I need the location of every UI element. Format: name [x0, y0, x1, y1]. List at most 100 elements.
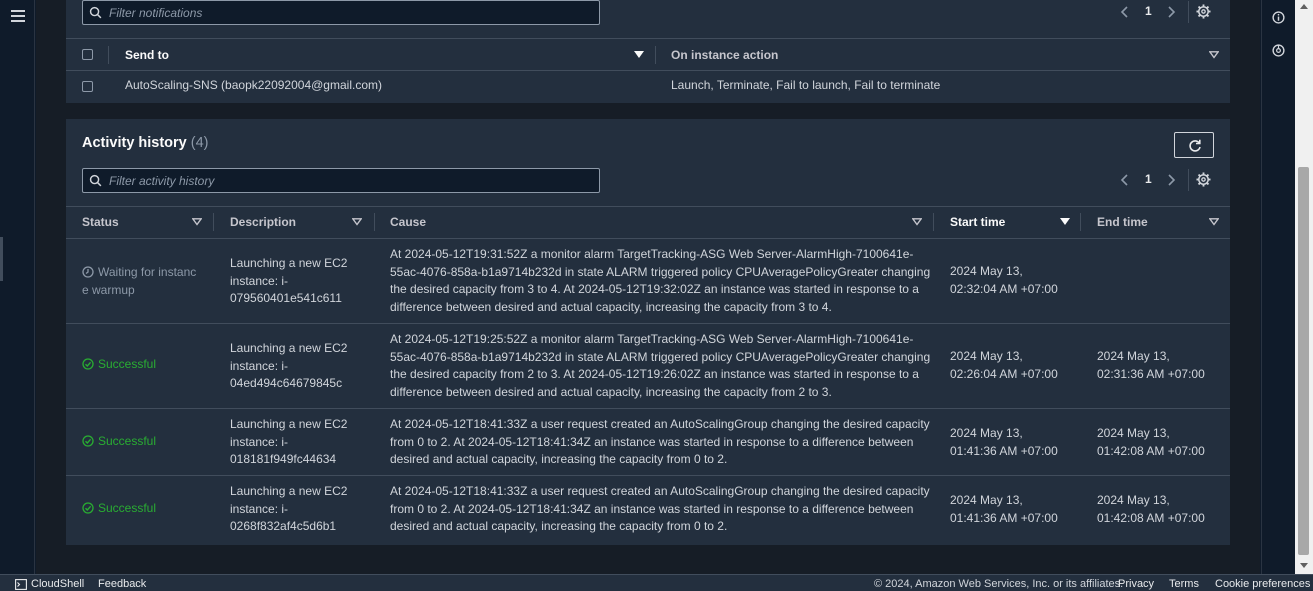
cloudshell-link[interactable]: CloudShell [31, 578, 84, 590]
sort-caret-icon[interactable] [1209, 218, 1219, 226]
right-utility-rail [1261, 0, 1295, 574]
cause-line: difference between desired and actual ca… [390, 299, 832, 314]
chevron-right-icon[interactable] [1164, 5, 1178, 19]
terms-link[interactable]: Terms [1169, 578, 1199, 590]
scroll-down-icon[interactable] [1300, 563, 1308, 568]
description-line: 0268f832af4c5d6b1 [230, 519, 337, 533]
description-line: instance: i- [230, 434, 289, 449]
activity-history-title: Activity history (4) [82, 135, 209, 151]
row-checkbox[interactable] [82, 81, 93, 92]
notifications-pagination: 1 [1118, 1, 1222, 23]
column-header-cause[interactable]: Cause [390, 215, 426, 229]
column-header-start-time[interactable]: Start time [950, 215, 1005, 229]
refresh-button[interactable] [1174, 132, 1214, 158]
side-nav-toggle[interactable] [0, 237, 3, 281]
start-time-cell: 2024 May 13, 01:41:36 AM +07:00 [950, 425, 1058, 460]
divider [1188, 1, 1189, 23]
sort-caret-icon[interactable] [634, 51, 644, 59]
scroll-up-icon[interactable] [1300, 4, 1308, 9]
start-time: 01:41:36 AM +07:00 [950, 510, 1058, 525]
footer: CloudShell Feedback © 2024, Amazon Web S… [0, 574, 1313, 591]
description-line: instance: i- [230, 501, 289, 516]
start-date: 2024 May 13, [950, 264, 1023, 278]
select-all-checkbox[interactable] [82, 49, 93, 60]
cloudshell-icon[interactable] [15, 579, 27, 590]
hamburger-menu-icon[interactable] [11, 10, 25, 22]
chevron-right-icon[interactable] [1164, 173, 1178, 187]
chevron-left-icon[interactable] [1118, 5, 1132, 19]
page-number[interactable]: 1 [1145, 4, 1152, 18]
notifications-filter-input[interactable] [109, 1, 594, 24]
column-header-end-time[interactable]: End time [1097, 215, 1148, 229]
description-line: Launching a new EC2 [230, 256, 348, 270]
activity-filter-input[interactable] [109, 169, 594, 192]
cause-cell: At 2024-05-12T18:41:33Z a user request c… [390, 416, 930, 469]
description-line: instance: i- [230, 273, 289, 288]
search-icon [89, 174, 102, 187]
divider [66, 238, 1230, 239]
cause-cell: At 2024-05-12T19:25:52Z a monitor alarm … [390, 331, 930, 401]
check-circle-icon [82, 435, 94, 447]
gear-icon[interactable] [1196, 172, 1211, 187]
column-header-description[interactable]: Description [230, 215, 296, 229]
cause-cell: At 2024-05-12T18:41:33Z a user request c… [390, 483, 930, 536]
sort-caret-icon[interactable] [352, 218, 362, 226]
divider [66, 475, 1230, 476]
cause-line: the desired capacity from 2 to 3. At 202… [390, 367, 919, 381]
cause-line: from 0 to 2. At 2024-05-12T18:41:34Z an … [390, 434, 914, 449]
status-cell: Successful [82, 433, 156, 451]
gear-icon[interactable] [1196, 4, 1211, 19]
chevron-left-icon[interactable] [1118, 173, 1132, 187]
description-cell: Launching a new EC2 instance: i- 04ed494… [230, 340, 347, 393]
column-separator [108, 46, 109, 64]
copyright-text: © 2024, Amazon Web Services, Inc. or its… [874, 578, 1124, 590]
refresh-icon [1189, 139, 1201, 152]
start-time-cell: 2024 May 13, 02:26:04 AM +07:00 [950, 348, 1058, 383]
column-header-send-to[interactable]: Send to [125, 48, 169, 62]
cause-line: At 2024-05-12T18:41:33Z a user request c… [390, 484, 930, 498]
sort-caret-icon[interactable] [1209, 51, 1219, 59]
activity-search[interactable] [82, 168, 600, 193]
column-header-status[interactable]: Status [82, 215, 119, 229]
status-text: Waiting for instanc e warmup [82, 265, 197, 297]
sort-caret-icon[interactable] [912, 218, 922, 226]
divider [66, 206, 1230, 207]
send-to-cell: AutoScaling-SNS (baopk22092004@gmail.com… [125, 78, 382, 92]
info-icon[interactable] [1272, 11, 1285, 24]
cause-line: the desired capacity from 3 to 4. At 202… [390, 282, 919, 296]
notifications-panel: 1 Send to On instance action AutoScaling… [66, 0, 1230, 103]
column-header-on-instance-action[interactable]: On instance action [671, 48, 778, 62]
privacy-link[interactable]: Privacy [1118, 578, 1154, 590]
notifications-icon[interactable] [1272, 44, 1285, 57]
end-time: 01:42:08 AM +07:00 [1097, 510, 1205, 525]
end-date: 2024 May 13, [1097, 349, 1170, 363]
description-line: 04ed494c64679845c [230, 376, 343, 390]
cookie-preferences-link[interactable]: Cookie preferences [1215, 578, 1310, 590]
feedback-link[interactable]: Feedback [98, 578, 146, 590]
sort-caret-icon[interactable] [1060, 218, 1070, 226]
start-time: 01:41:36 AM +07:00 [950, 443, 1058, 458]
start-time: 02:32:04 AM +07:00 [950, 281, 1058, 296]
page-number[interactable]: 1 [1145, 172, 1152, 186]
description-line: 018181f949fc44634 [230, 452, 337, 466]
cause-line: At 2024-05-12T18:41:33Z a user request c… [390, 417, 930, 431]
check-circle-icon [82, 358, 94, 370]
end-date: 2024 May 13, [1097, 426, 1170, 440]
notifications-search[interactable] [82, 0, 600, 25]
divider [66, 70, 1230, 71]
description-line: 079560401e541c611 [230, 291, 342, 305]
start-date: 2024 May 13, [950, 493, 1023, 507]
start-time-cell: 2024 May 13, 01:41:36 AM +07:00 [950, 492, 1058, 527]
description-line: Launching a new EC2 [230, 417, 348, 431]
activity-pagination: 1 [1118, 169, 1222, 191]
status-cell: Successful [82, 356, 156, 374]
left-navigation-rail [0, 0, 35, 574]
start-date: 2024 May 13, [950, 349, 1023, 363]
divider [66, 38, 1230, 39]
vertical-scrollbar[interactable] [1295, 0, 1313, 574]
description-line: Launching a new EC2 [230, 484, 348, 498]
scroll-thumb[interactable] [1298, 167, 1309, 555]
status-cell: Successful [82, 500, 156, 518]
sort-caret-icon[interactable] [192, 218, 202, 226]
start-date: 2024 May 13, [950, 426, 1023, 440]
